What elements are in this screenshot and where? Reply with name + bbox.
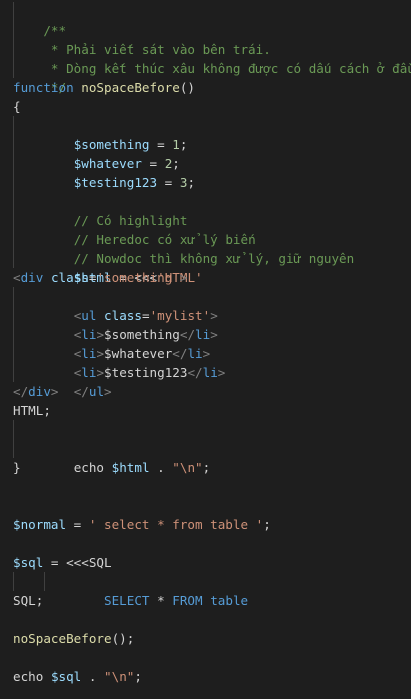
indent-guide — [13, 306, 14, 325]
echo-keyword: echo — [13, 669, 44, 684]
variable: $normal — [13, 517, 67, 532]
code-line-30[interactable]: $sql = <<<SQL — [0, 553, 411, 572]
code-line-6[interactable]: { — [0, 97, 411, 116]
indent-guide — [13, 344, 14, 363]
indent-guide — [13, 135, 14, 154]
code-line-7[interactable]: $something = 1; — [0, 116, 411, 152]
indent-guide — [13, 230, 14, 249]
code-line-31[interactable]: SELECT * FROM table — [0, 572, 411, 608]
operator: . — [81, 669, 105, 684]
code-line-3[interactable]: * Dòng kết thúc xâu không được có dấu cá… — [0, 40, 411, 76]
code-line-1[interactable]: /** — [0, 2, 411, 38]
indent-guide — [13, 572, 14, 591]
brace-close: } — [13, 460, 21, 475]
function-call: noSpaceBefore — [13, 631, 112, 646]
parens: () — [179, 80, 196, 95]
code-line-33[interactable] — [0, 610, 411, 629]
tag-bracket: > — [179, 270, 188, 285]
heredoc-label: SQL — [88, 555, 112, 570]
variable: $sql — [13, 555, 44, 570]
keyword-function: function — [13, 80, 74, 95]
operator: = — [66, 517, 89, 532]
indent-guide — [13, 116, 14, 135]
semicolon: ; — [263, 517, 271, 532]
string: "\n" — [104, 669, 135, 684]
tag-bracket: < — [13, 270, 21, 285]
code-line-25[interactable]: } — [0, 458, 411, 477]
indent-guide — [13, 59, 14, 78]
code-line-24[interactable]: echo $html . "\n"; — [0, 439, 411, 475]
tag-name: div — [28, 384, 51, 399]
code-line-14[interactable]: $html = <<<'HTML' — [0, 249, 411, 285]
code-line-10[interactable] — [0, 173, 411, 192]
code-line-15[interactable]: <div class='something'> — [0, 268, 411, 287]
indent-guide — [13, 173, 14, 192]
indent-guide — [13, 287, 14, 306]
indent-guide — [13, 420, 14, 439]
indent-guide — [13, 439, 14, 458]
function-name: noSpaceBefore — [81, 80, 180, 95]
code-editor[interactable]: /** * Phải viết sát vào bên trái. * Dòng… — [0, 0, 411, 699]
code-line-11[interactable]: // Có highlight — [0, 192, 411, 228]
indent-guide — [13, 325, 14, 344]
code-line-17[interactable]: <li>$something</li> — [0, 306, 411, 342]
tag-bracket: </ — [13, 384, 29, 399]
code-line-21[interactable]: </div> — [0, 382, 411, 401]
semicolon: ; — [134, 669, 142, 684]
code-line-35[interactable] — [0, 648, 411, 667]
code-line-2[interactable]: * Phải viết sát vào bên trái. — [0, 21, 411, 57]
indent-guide — [44, 572, 45, 591]
heredoc-end: SQL; — [13, 593, 44, 608]
code-line-36[interactable]: echo $sql . "\n"; — [0, 667, 411, 686]
variable: $sql — [50, 669, 82, 684]
indent-guide — [13, 249, 14, 268]
code-line-9[interactable]: $testing123 = 3; — [0, 154, 411, 190]
attr-name: class — [50, 270, 89, 285]
code-line-19[interactable]: <li>$testing123</li> — [0, 344, 411, 380]
code-line-26[interactable] — [0, 477, 411, 496]
code-line-13[interactable]: // Nowdoc thì không xử lý, giữ nguyên — [0, 230, 411, 266]
code-line-22[interactable]: HTML; — [0, 401, 411, 420]
heredoc-end: HTML; — [13, 403, 51, 418]
indent-guide — [13, 363, 14, 382]
parens: (); — [111, 631, 135, 646]
indent-guide — [13, 40, 14, 59]
indent-guide — [13, 21, 14, 40]
code-line-23[interactable] — [0, 420, 411, 439]
indent-guide — [13, 211, 14, 230]
tag-bracket: > — [50, 384, 59, 399]
code-line-34[interactable]: noSpaceBefore(); — [0, 629, 411, 648]
attr-value: 'something' — [96, 270, 180, 285]
code-line-5[interactable]: function noSpaceBefore() — [0, 78, 411, 97]
indent-guide — [13, 2, 14, 21]
string: ' select * from table ' — [88, 517, 264, 532]
code-line-20[interactable]: </ul> — [0, 363, 411, 399]
heredoc-operator: <<< — [66, 555, 89, 570]
indent-guide — [13, 192, 14, 211]
code-line-18[interactable]: <li>$whatever</li> — [0, 325, 411, 361]
tag-name: div — [20, 270, 44, 285]
code-line-8[interactable]: $whatever = 2; — [0, 135, 411, 171]
code-line-27[interactable] — [0, 496, 411, 515]
code-line-32[interactable]: SQL; — [0, 591, 411, 610]
code-line-4[interactable]: */ — [0, 59, 411, 95]
indent-guide — [13, 154, 14, 173]
code-line-28[interactable]: $normal = ' select * from table '; — [0, 515, 411, 534]
code-line-16[interactable]: <ul class='mylist'> — [0, 287, 411, 323]
code-line-12[interactable]: // Heredoc có xử lý biến — [0, 211, 411, 247]
code-line-29[interactable] — [0, 534, 411, 553]
brace-open: { — [13, 99, 21, 114]
operator: = — [43, 555, 67, 570]
